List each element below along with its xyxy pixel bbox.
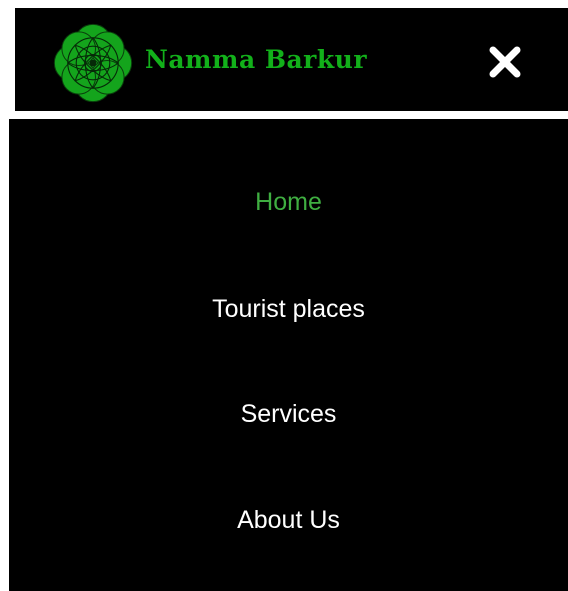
menu-item-about-us[interactable]: About Us — [9, 504, 568, 536]
nav-menu: Home Tourist places Services About Us — [9, 119, 568, 591]
site-header: Namma Barkur — [15, 8, 568, 111]
menu-item-services[interactable]: Services — [9, 398, 568, 430]
menu-item-tourist-places[interactable]: Tourist places — [9, 293, 568, 325]
close-icon[interactable] — [485, 42, 525, 82]
brand-name[interactable]: Namma Barkur — [145, 44, 367, 76]
flower-logo-icon[interactable] — [51, 21, 135, 105]
menu-item-home[interactable]: Home — [9, 186, 568, 218]
